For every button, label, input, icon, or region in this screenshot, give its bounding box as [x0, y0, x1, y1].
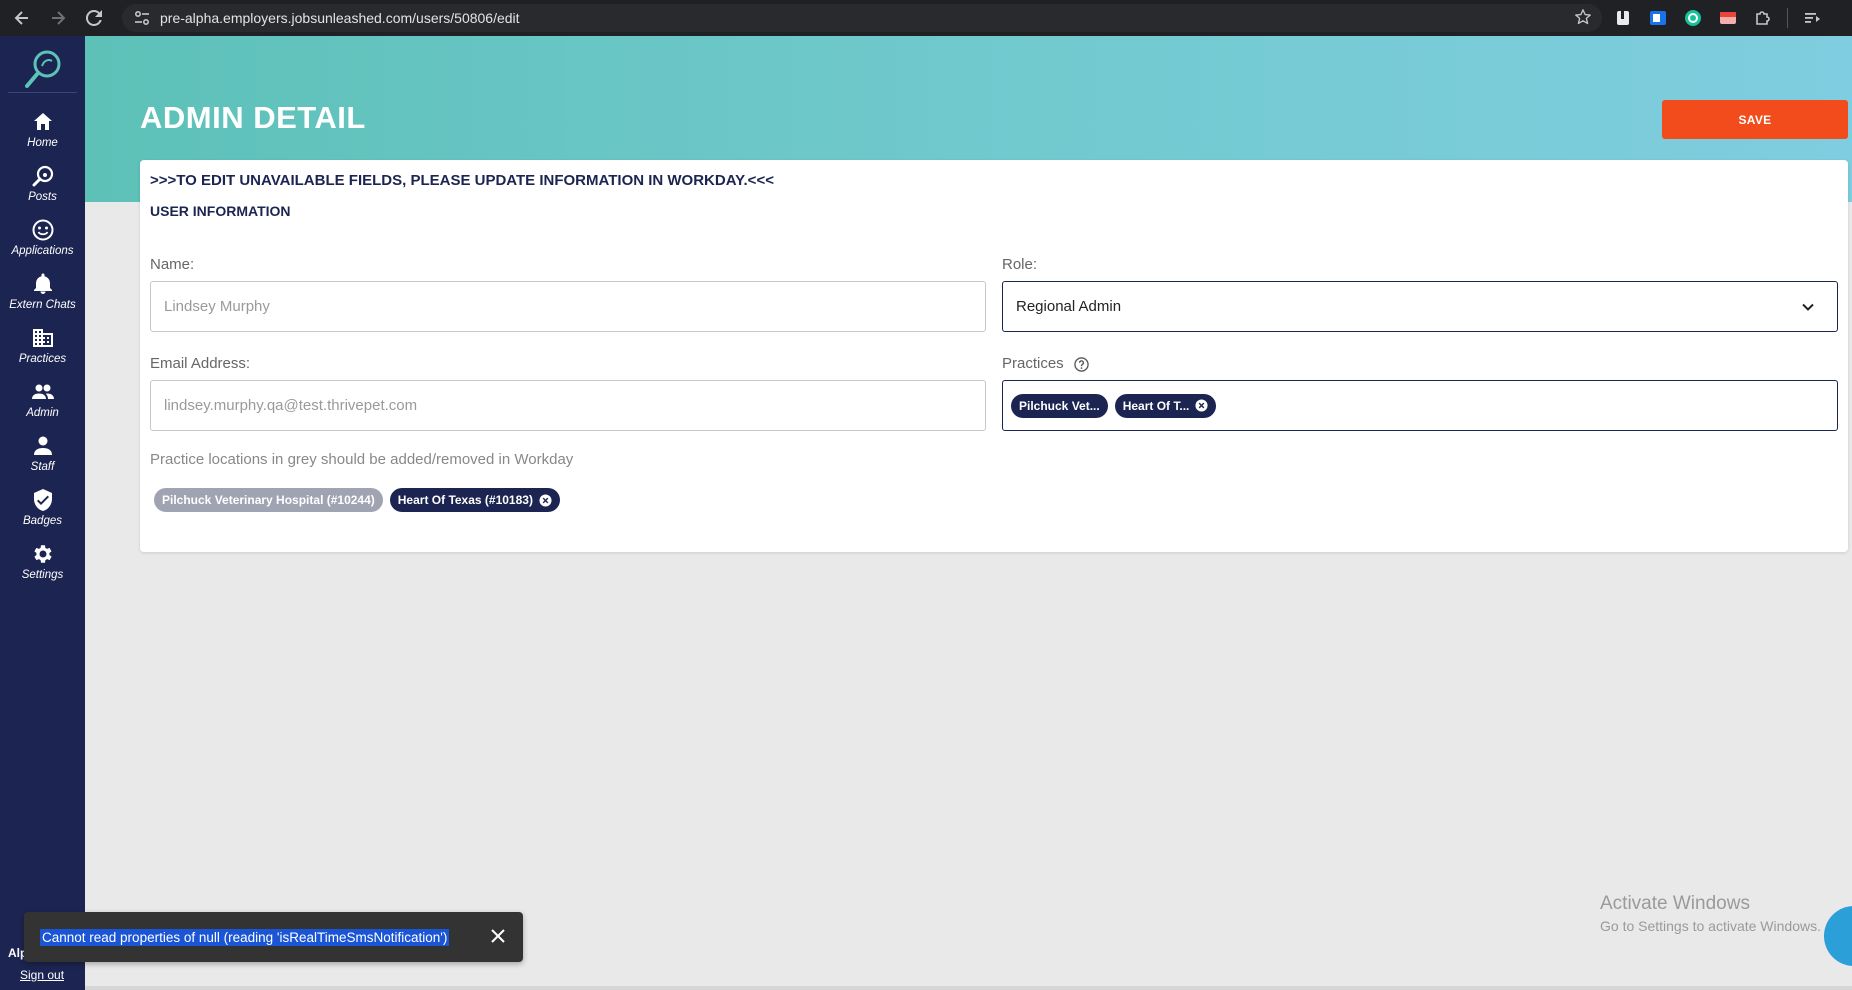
bookmark-star-icon[interactable]	[1574, 8, 1592, 31]
smiley-icon	[32, 219, 53, 240]
reading-list-icon[interactable]	[1801, 7, 1823, 29]
chat-button[interactable]	[1824, 906, 1852, 966]
email-label: Email Address:	[150, 355, 251, 372]
reload-icon	[86, 10, 102, 26]
location-chip[interactable]: Heart Of Texas (#10183)	[389, 488, 560, 512]
back-button[interactable]	[4, 0, 40, 36]
arrow-left-icon	[14, 11, 28, 25]
forward-button[interactable]	[40, 0, 76, 36]
practice-chip-label: Pilchuck Vet...	[1019, 398, 1100, 413]
home-icon	[33, 112, 52, 130]
sidebar-item-posts[interactable]: Posts	[0, 156, 85, 210]
email-field[interactable]: lindsey.murphy.qa@test.thrivepet.com	[150, 380, 986, 431]
logo-divider	[8, 92, 77, 93]
arrow-right-icon	[52, 11, 66, 25]
practice-chip[interactable]: Heart Of T...	[1114, 393, 1217, 418]
location-chip-label: Pilchuck Veterinary Hospital (#10244)	[162, 493, 375, 507]
location-chip-label: Heart Of Texas (#10183)	[397, 493, 533, 507]
site-info-icon[interactable]	[128, 11, 156, 25]
sidebar-item-label: Practices	[18, 352, 67, 365]
sidebar: Home Posts Applications Extern Chats Pra…	[0, 36, 85, 990]
sidebar-item-label: Home	[27, 136, 58, 149]
sidebar-item-admin[interactable]: Admin	[0, 372, 85, 426]
browser-toolbar: pre-alpha.employers.jobsunleashed.com/us…	[0, 0, 1852, 36]
toast-message: Cannot read properties of null (reading …	[40, 928, 450, 946]
extension-grammarly-icon[interactable]	[1682, 7, 1704, 29]
save-button[interactable]: SAVE	[1662, 100, 1848, 139]
user-info-card: >>>TO EDIT UNAVAILABLE FIELDS, PLEASE UP…	[140, 160, 1848, 552]
sidebar-item-applications[interactable]: Applications	[0, 210, 85, 264]
app-logo-icon[interactable]	[20, 46, 66, 92]
watermark-line1: Activate Windows	[1600, 893, 1750, 914]
magnifier-paw-icon	[32, 165, 53, 186]
extension-bookmark-icon[interactable]	[1612, 7, 1634, 29]
sidebar-item-extern-chats[interactable]: Extern Chats	[0, 264, 85, 318]
chevron-down-icon	[1802, 303, 1814, 311]
error-toast: Cannot read properties of null (reading …	[24, 912, 523, 962]
page-bottom-border	[85, 986, 1852, 990]
workday-notice: >>>TO EDIT UNAVAILABLE FIELDS, PLEASE UP…	[150, 172, 774, 189]
person-icon	[33, 436, 52, 455]
extensions-bar	[1612, 0, 1823, 36]
windows-watermark: Activate Windows Go to Settings to activ…	[1600, 893, 1821, 934]
extensions-puzzle-icon[interactable]	[1752, 7, 1774, 29]
practices-multiselect[interactable]: Pilchuck Vet... Heart Of T...	[1002, 380, 1838, 431]
sidebar-item-label: Extern Chats	[9, 298, 76, 311]
toolbar-divider	[1787, 8, 1788, 28]
bell-icon	[33, 273, 52, 294]
role-label: Role:	[1002, 256, 1038, 273]
workday-hint: Practice locations in grey should be add…	[150, 451, 574, 468]
sidebar-nav: Home Posts Applications Extern Chats Pra…	[0, 102, 85, 588]
building-icon	[32, 328, 53, 347]
sign-out-link[interactable]: Sign out	[20, 968, 64, 982]
gear-icon	[33, 544, 52, 563]
extension-red-icon[interactable]	[1717, 7, 1739, 29]
sidebar-item-label: Staff	[30, 460, 55, 473]
shield-check-icon	[33, 488, 52, 511]
sidebar-item-staff[interactable]: Staff	[0, 426, 85, 480]
practices-label: Practices	[1002, 355, 1089, 372]
url-text: pre-alpha.employers.jobsunleashed.com/us…	[160, 10, 520, 26]
section-title: USER INFORMATION	[150, 203, 291, 219]
sidebar-item-badges[interactable]: Badges	[0, 480, 85, 534]
sidebar-item-label: Badges	[22, 514, 62, 527]
role-select[interactable]: Regional Admin	[1002, 281, 1838, 332]
remove-chip-icon[interactable]	[1195, 399, 1208, 412]
name-label: Name:	[150, 256, 195, 273]
page-title: ADMIN DETAIL	[140, 100, 366, 135]
extension-outlook-icon[interactable]	[1647, 7, 1669, 29]
sidebar-item-practices[interactable]: Practices	[0, 318, 85, 372]
sidebar-item-label: Posts	[28, 190, 57, 203]
practice-chip[interactable]: Pilchuck Vet...	[1011, 393, 1108, 418]
remove-chip-icon[interactable]	[539, 493, 552, 507]
reload-button[interactable]	[76, 0, 112, 36]
role-value: Regional Admin	[1016, 298, 1122, 315]
practice-chip-label: Heart Of T...	[1122, 398, 1190, 413]
watermark-line2: Go to Settings to activate Windows.	[1600, 918, 1821, 934]
practices-label-text: Practices	[1002, 355, 1064, 372]
sidebar-item-label: Settings	[21, 568, 64, 581]
address-bar[interactable]: pre-alpha.employers.jobsunleashed.com/us…	[122, 4, 1602, 32]
close-icon[interactable]	[489, 927, 507, 945]
practice-location-chips: Pilchuck Veterinary Hospital (#10244) He…	[154, 488, 567, 512]
sidebar-item-settings[interactable]: Settings	[0, 534, 85, 588]
name-field[interactable]: Lindsey Murphy	[150, 281, 986, 332]
location-chip-grey: Pilchuck Veterinary Hospital (#10244)	[154, 488, 383, 512]
help-circle-icon[interactable]	[1074, 356, 1089, 372]
people-icon	[31, 384, 54, 399]
sidebar-item-home[interactable]: Home	[0, 102, 85, 156]
sidebar-item-label: Admin	[26, 406, 59, 419]
sidebar-item-label: Applications	[11, 244, 74, 257]
